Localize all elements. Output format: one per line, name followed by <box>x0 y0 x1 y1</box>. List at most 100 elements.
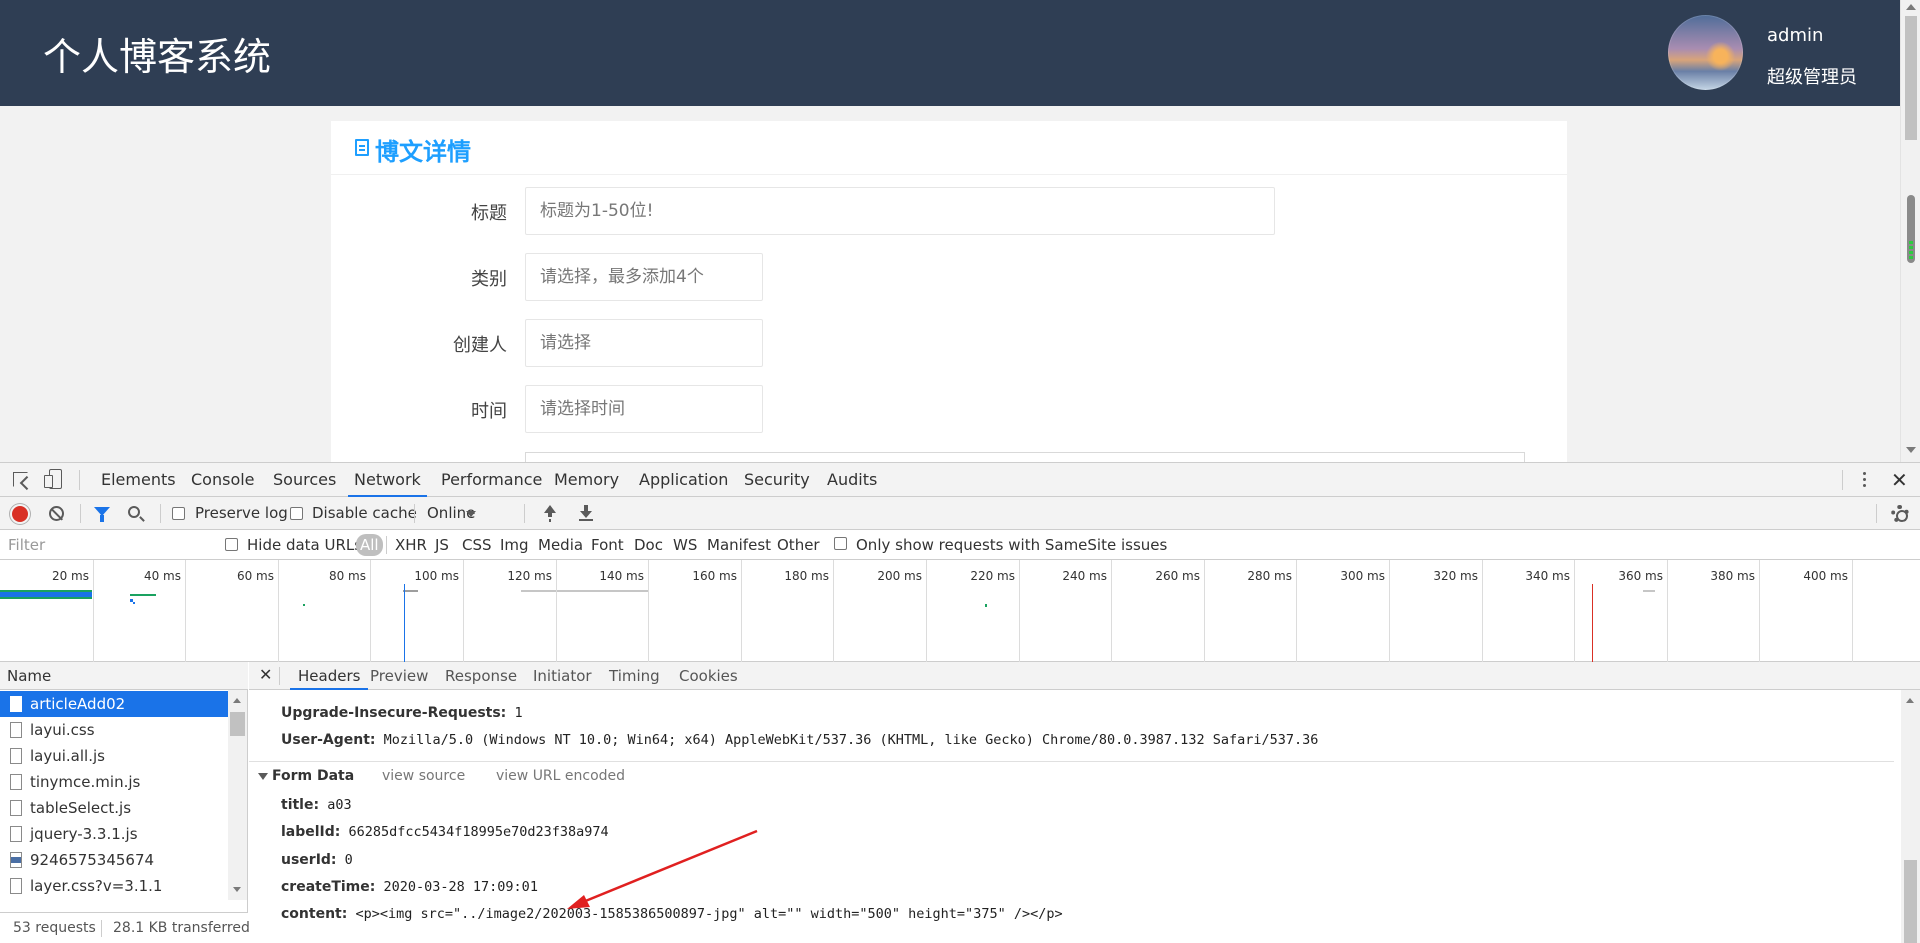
file-icon <box>10 878 22 894</box>
filter-icon[interactable] <box>94 507 110 522</box>
user-name[interactable]: admin <box>1767 25 1823 46</box>
chevron-down-icon[interactable] <box>466 511 476 517</box>
form-field-value: a03 <box>327 797 352 813</box>
type-filter-ws[interactable]: WS <box>673 536 697 554</box>
page-scrollbar[interactable] <box>1900 0 1920 462</box>
tab-memory[interactable]: Memory <box>552 463 621 497</box>
preserve-log-checkbox[interactable] <box>172 507 185 520</box>
header-value: 1 <box>514 705 523 721</box>
tab-cookies[interactable]: Cookies <box>679 662 738 690</box>
filter-input[interactable]: Filter <box>2 533 210 557</box>
type-filter-img[interactable]: Img <box>500 536 529 554</box>
title-input[interactable]: 标题为1-50位! <box>525 187 1275 235</box>
network-toolbar: Preserve log Disable cache Online <box>0 497 1920 530</box>
type-filter-xhr[interactable]: XHR <box>395 536 427 554</box>
name-column-header[interactable]: Name <box>0 662 248 690</box>
type-filter-other[interactable]: Other <box>777 536 820 554</box>
request-row[interactable]: 9246575345674 <box>0 847 228 873</box>
close-detail-icon[interactable]: ✕ <box>259 665 272 684</box>
inspect-element-icon[interactable] <box>10 469 32 491</box>
status-bar: 53 requests 28.1 KB transferred <box>0 912 250 943</box>
divider <box>1842 470 1843 490</box>
tab-elements[interactable]: Elements <box>99 463 178 497</box>
scroll-up-arrow-icon[interactable] <box>1906 4 1916 10</box>
scroll-up-arrow-icon[interactable] <box>233 698 241 703</box>
content-editor[interactable] <box>525 452 1525 462</box>
clear-icon[interactable] <box>49 506 64 521</box>
timeline-tick-label: 340 ms <box>1525 569 1570 583</box>
type-filter-all[interactable]: All <box>356 534 383 556</box>
time-picker[interactable]: 请选择时间 <box>525 385 763 433</box>
tab-initiator[interactable]: Initiator <box>533 662 592 690</box>
export-har-icon[interactable] <box>579 505 593 521</box>
timeline-bar <box>303 604 305 606</box>
tab-performance[interactable]: Performance <box>439 463 544 497</box>
request-row[interactable]: layui.css <box>0 717 228 743</box>
timeline-gridline <box>1667 560 1668 662</box>
tab-headers[interactable]: Headers <box>290 662 369 690</box>
tab-console[interactable]: Console <box>189 463 257 497</box>
disable-cache-checkbox[interactable] <box>290 507 303 520</box>
form-data-section-toggle[interactable]: Form Data <box>258 768 354 784</box>
search-icon[interactable] <box>128 506 140 518</box>
requests-scrollbar[interactable] <box>228 690 247 900</box>
hide-data-urls-checkbox[interactable] <box>225 538 238 551</box>
category-select[interactable]: 请选择，最多添加4个 <box>525 253 763 301</box>
more-options-icon[interactable] <box>1860 471 1870 489</box>
timeline-tick-label: 120 ms <box>507 569 552 583</box>
timeline-tick-label: 360 ms <box>1618 569 1663 583</box>
requests-list: Name articleAdd02 layui.css layui.all.js… <box>0 662 250 943</box>
request-row[interactable]: jquery-3.3.1.js <box>0 821 228 847</box>
creator-select[interactable]: 请选择 <box>525 319 763 367</box>
timeline-gridline <box>1296 560 1297 662</box>
close-devtools-icon[interactable]: ✕ <box>1891 470 1908 490</box>
record-icon[interactable] <box>12 506 28 522</box>
form-field-key: userId: <box>281 852 337 868</box>
scrollbar-thumb[interactable] <box>230 712 245 736</box>
tab-response[interactable]: Response <box>445 662 517 690</box>
tab-preview[interactable]: Preview <box>370 662 428 690</box>
form-field-value: 2020-03-28 17:09:01 <box>383 879 538 895</box>
document-icon <box>10 696 22 712</box>
request-row[interactable]: articleAdd02 <box>0 691 228 717</box>
timeline-overview[interactable]: 20 ms 40 ms 60 ms 80 ms 100 ms 120 ms 140 ms 16… <box>0 560 1920 662</box>
timeline-tick-label: 300 ms <box>1340 569 1385 583</box>
request-row[interactable]: layer.css?v=3.1.1 <box>0 873 228 899</box>
device-toolbar-icon[interactable] <box>42 468 64 490</box>
type-filter-js[interactable]: JS <box>435 536 449 554</box>
tab-audits[interactable]: Audits <box>825 463 879 497</box>
view-source-link[interactable]: view source <box>382 768 465 784</box>
tab-timing[interactable]: Timing <box>609 662 660 690</box>
type-filter-media[interactable]: Media <box>538 536 583 554</box>
samesite-checkbox[interactable] <box>834 537 847 550</box>
scrollbar-thumb[interactable] <box>1905 16 1917 140</box>
type-filter-doc[interactable]: Doc <box>634 536 663 554</box>
timeline-bar <box>0 592 92 597</box>
requests-count: 53 requests <box>13 920 96 936</box>
scrollbar-thumb[interactable] <box>1904 860 1917 943</box>
type-filter-font[interactable]: Font <box>591 536 624 554</box>
header-value: Mozilla/5.0 (Windows NT 10.0; Win64; x64… <box>383 732 1319 748</box>
view-url-encoded-link[interactable]: view URL encoded <box>496 768 625 784</box>
timeline-gridline <box>1019 560 1020 662</box>
tab-security[interactable]: Security <box>742 463 812 497</box>
detail-scrollbar[interactable] <box>1901 690 1920 943</box>
request-row[interactable]: layui.all.js <box>0 743 228 769</box>
type-filter-manifest[interactable]: Manifest <box>707 536 771 554</box>
scroll-up-arrow-icon[interactable] <box>1906 698 1914 703</box>
network-filterbar: Filter Hide data URLs All XHR JS CSS Img… <box>0 530 1920 560</box>
tab-sources[interactable]: Sources <box>271 463 338 497</box>
scroll-down-arrow-icon[interactable] <box>1906 447 1916 453</box>
form-field-row: labelId: 66285dfcc5434f18995e70d23f38a97… <box>281 824 609 840</box>
tab-network[interactable]: Network <box>348 463 427 497</box>
tab-application[interactable]: Application <box>637 463 730 497</box>
timeline-gridline <box>926 560 927 662</box>
import-har-icon[interactable] <box>543 505 557 521</box>
type-filter-css[interactable]: CSS <box>462 536 492 554</box>
request-row[interactable]: tinymce.min.js <box>0 769 228 795</box>
settings-gear-icon[interactable] <box>1891 505 1909 523</box>
request-row[interactable]: tableSelect.js <box>0 795 228 821</box>
scroll-down-arrow-icon[interactable] <box>233 887 241 892</box>
form-field-value: <p><img src="../image2/202003-1585386500… <box>355 906 1063 922</box>
avatar[interactable] <box>1668 15 1743 90</box>
